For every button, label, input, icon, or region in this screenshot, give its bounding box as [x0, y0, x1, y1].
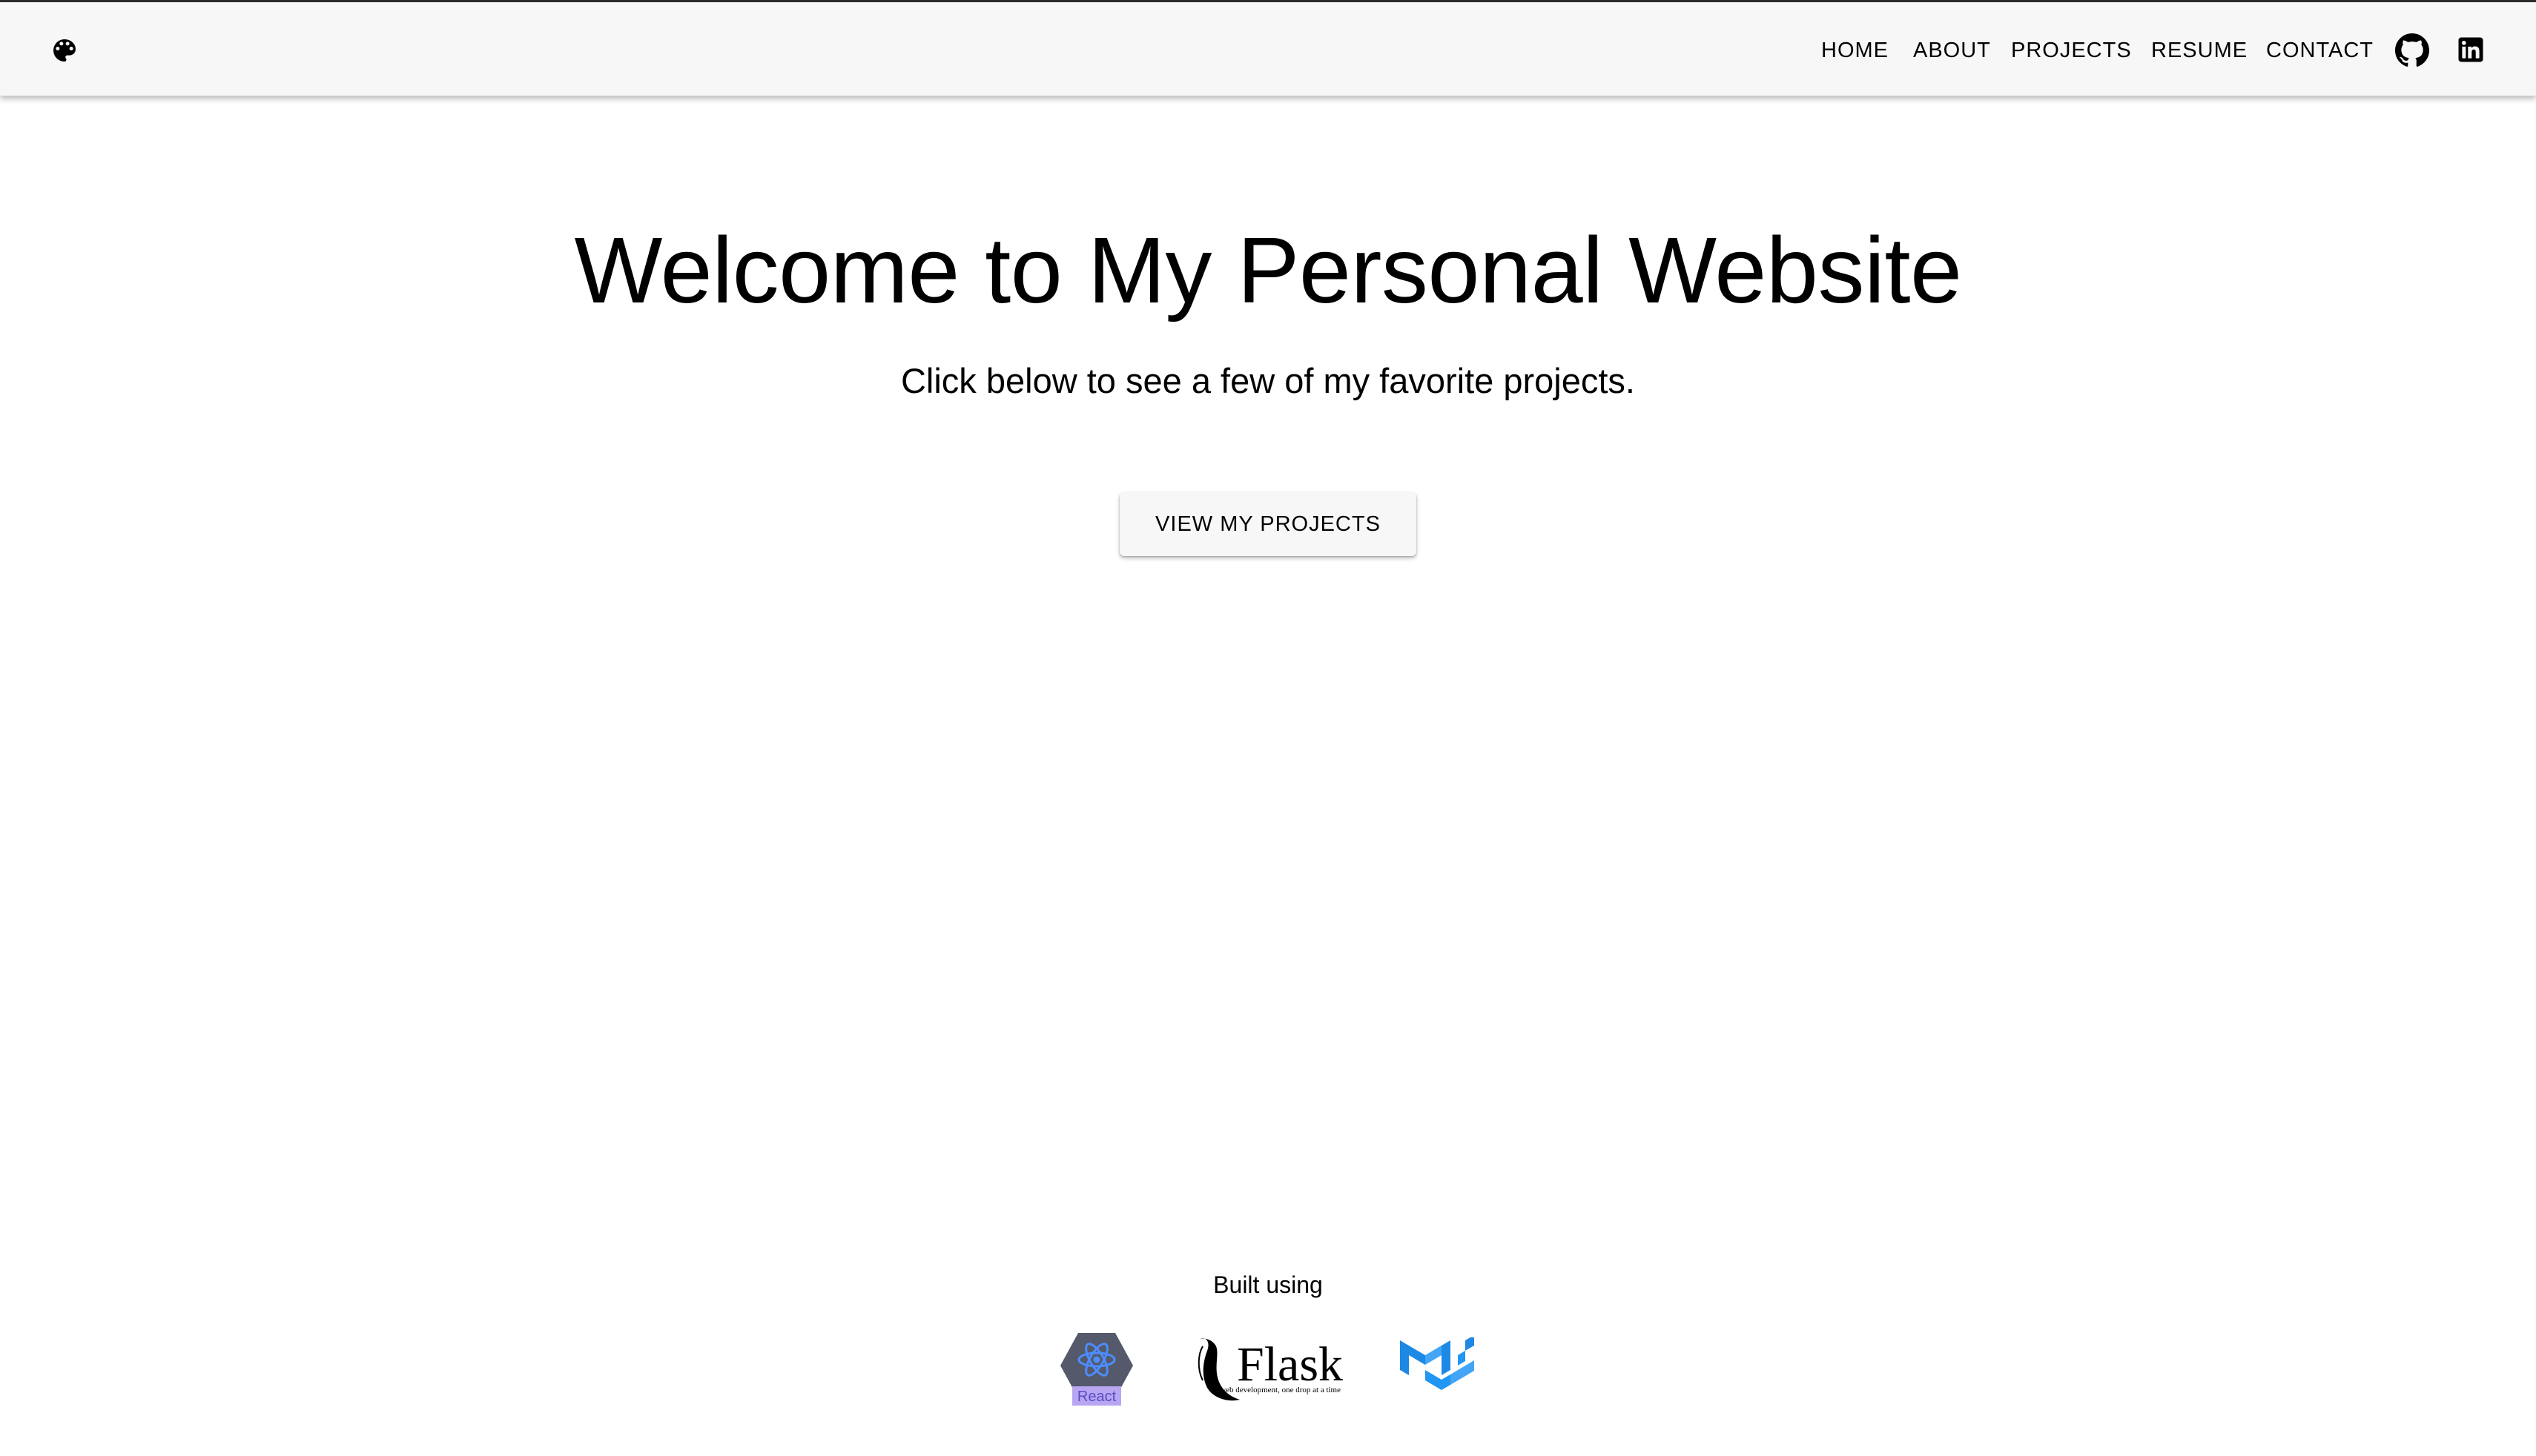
material-ui-logo: [1399, 1335, 1477, 1400]
github-link[interactable]: [2395, 33, 2429, 67]
github-icon: [2395, 33, 2429, 67]
view-projects-button[interactable]: VIEW MY PROJECTS: [1120, 492, 1416, 556]
react-logo: React: [1057, 1330, 1136, 1407]
nav-projects[interactable]: PROJECTS: [2011, 38, 2132, 63]
react-logo-icon: React: [1060, 1333, 1133, 1406]
flask-logo-text: Flask: [1237, 1337, 1343, 1392]
hero-subtitle: Click below to see a few of my favorite …: [900, 361, 1635, 400]
linkedin-icon: [2458, 37, 2483, 62]
theme-toggle-button[interactable]: [49, 35, 80, 66]
flask-logo-icon: Flask web development, one drop at a tim…: [1198, 1337, 1343, 1401]
palette-icon: [53, 39, 76, 62]
flask-logo: Flask web development, one drop at a tim…: [1194, 1331, 1344, 1407]
flask-logo-tagline: web development, one drop at a time: [1220, 1386, 1341, 1394]
nav-resume[interactable]: RESUME: [2151, 38, 2248, 63]
nav-about[interactable]: ABOUT: [1913, 38, 1991, 63]
nav-contact[interactable]: CONTACT: [2266, 38, 2374, 63]
hero-title: Welcome to My Personal Website: [574, 218, 1962, 322]
built-using-label: Built using: [1213, 1271, 1323, 1298]
react-logo-text: React: [1077, 1389, 1117, 1405]
linkedin-link[interactable]: [2454, 33, 2489, 67]
material-ui-logo-icon: [1400, 1335, 1474, 1390]
navbar: HOME ABOUT PROJECTS RESUME CONTACT: [0, 2, 2536, 96]
nav-home[interactable]: HOME: [1821, 38, 1889, 63]
